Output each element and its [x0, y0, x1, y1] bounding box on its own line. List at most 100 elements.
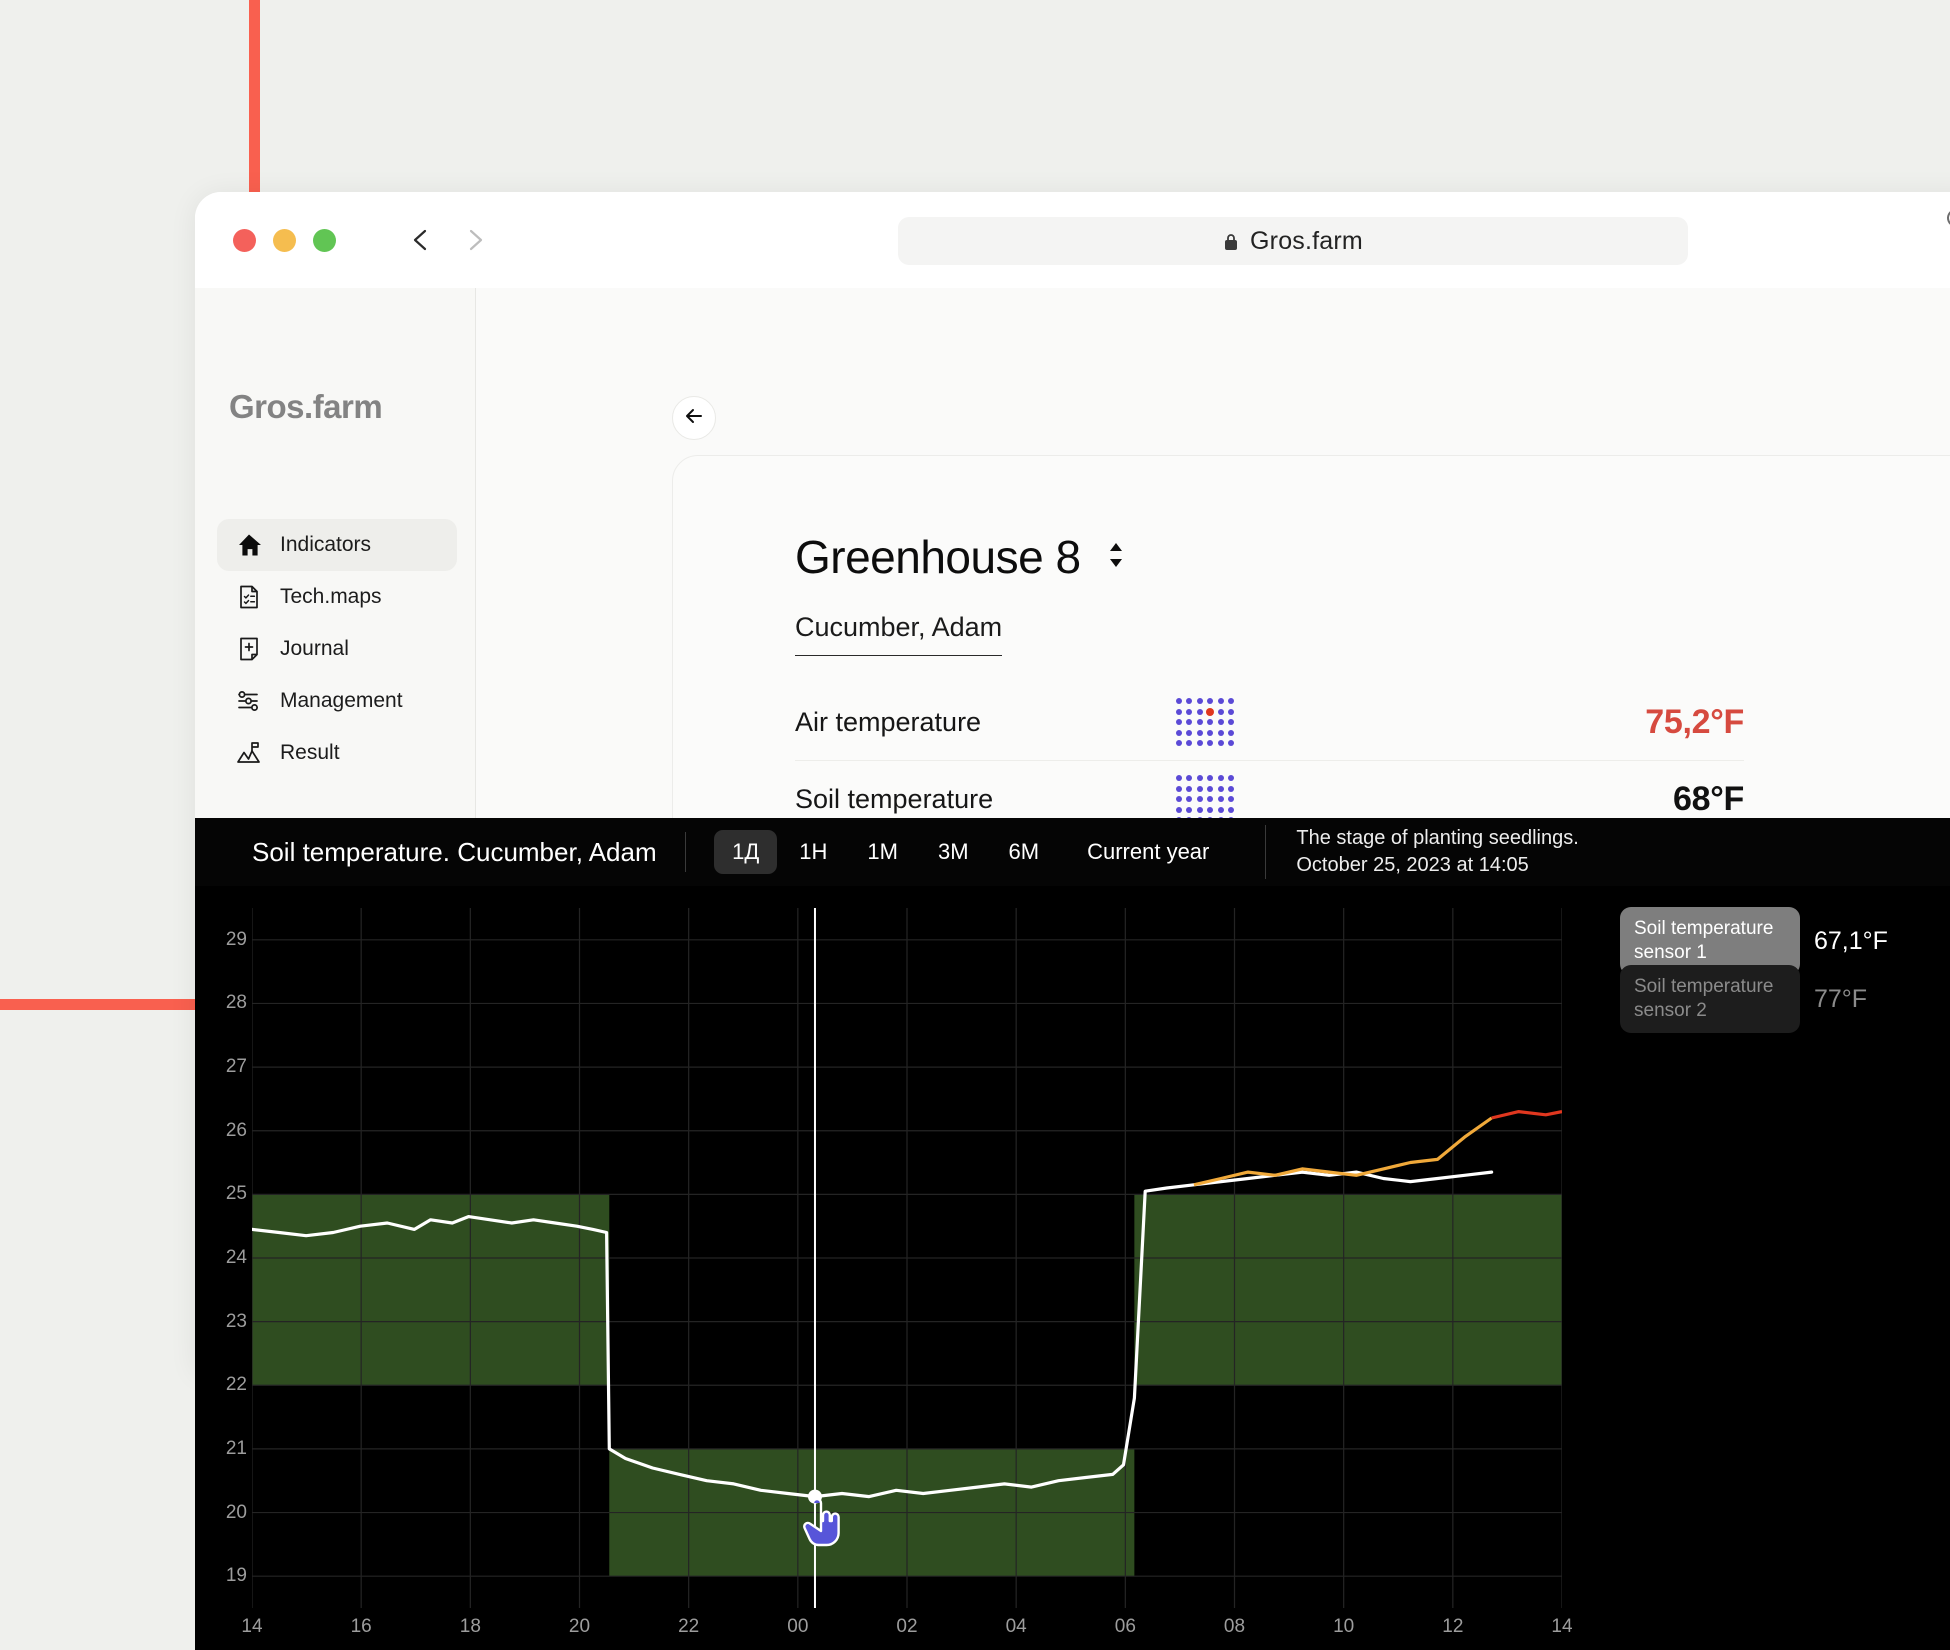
range-button-3m[interactable]: 3M — [920, 830, 987, 874]
chart-legend: Soil temperature sensor 1 67,1°F Soil te… — [1620, 907, 1950, 1033]
stage-date: October 25, 2023 at 14:05 — [1296, 854, 1529, 876]
chevron-right-icon[interactable] — [460, 225, 490, 255]
matrix-dot — [1207, 698, 1214, 704]
matrix-dot — [1206, 707, 1215, 716]
sidebar-item-journal[interactable]: Journal — [217, 623, 457, 675]
matrix-dot — [1186, 775, 1193, 781]
address-bar-url: Gros.farm — [1250, 226, 1363, 255]
range-button-current-year[interactable]: Current year — [1061, 830, 1235, 874]
matrix-dot — [1175, 729, 1182, 736]
y-axis: 29 28 27 26 25 24 23 22 21 20 19 — [195, 908, 247, 1608]
matrix-dot — [1228, 740, 1235, 746]
chart-svg[interactable] — [252, 908, 1562, 1608]
y-tick-label: 26 — [225, 1119, 247, 1141]
matrix-dot — [1196, 729, 1203, 736]
sidebar-item-label: Indicators — [280, 533, 372, 556]
app-logo: Gros.farm — [229, 388, 383, 425]
document-checklist-icon — [234, 582, 264, 612]
sidebar-item-label: Result — [280, 741, 340, 764]
indicator-label: Air temperature — [795, 706, 982, 737]
legend-row-sensor-1[interactable]: Soil temperature sensor 1 67,1°F — [1620, 907, 1950, 975]
y-tick-label: 27 — [225, 1056, 247, 1078]
back-button[interactable] — [672, 396, 716, 440]
matrix-dot — [1217, 785, 1224, 792]
range-button-1m[interactable]: 1M — [849, 830, 916, 874]
matrix-dot — [1175, 796, 1182, 802]
matrix-dot — [1186, 729, 1193, 736]
address-bar[interactable]: Gros.farm — [898, 217, 1688, 265]
chevron-left-icon[interactable] — [406, 225, 436, 255]
close-window-button[interactable] — [233, 228, 256, 252]
reload-icon[interactable] — [1943, 205, 1950, 231]
y-tick-label: 28 — [225, 992, 247, 1014]
matrix-dot — [1196, 796, 1203, 802]
sidebar-item-indicators[interactable]: Indicators — [217, 519, 457, 571]
window-controls — [233, 228, 336, 252]
divider — [684, 832, 687, 872]
dot-matrix-icon — [1155, 698, 1255, 746]
matrix-dot — [1217, 775, 1224, 781]
matrix-dot — [1175, 719, 1182, 725]
matrix-dot — [1175, 708, 1182, 715]
chart-header: Soil temperature. Cucumber, Adam 1Д 1H 1… — [195, 818, 1950, 886]
matrix-dot — [1228, 719, 1235, 725]
matrix-dot — [1196, 708, 1203, 715]
indicator-label: Soil temperature — [795, 783, 994, 814]
matrix-dot — [1228, 796, 1235, 802]
matrix-dot — [1217, 729, 1224, 736]
matrix-dot — [1228, 708, 1235, 715]
mountain-flag-icon — [234, 738, 264, 768]
sidebar-item-techmaps[interactable]: Tech.maps — [217, 571, 457, 623]
matrix-dot — [1175, 806, 1182, 813]
document-plus-icon — [234, 634, 264, 664]
back-arrow-icon — [682, 404, 706, 433]
matrix-dot — [1228, 698, 1235, 704]
sidebar-item-label: Journal — [280, 637, 349, 660]
matrix-dot — [1196, 698, 1203, 704]
x-tick-label: 20 — [568, 1616, 591, 1637]
x-tick-label: 08 — [1223, 1616, 1246, 1637]
legend-label-line2: sensor 2 — [1634, 1000, 1707, 1021]
matrix-dot — [1186, 740, 1193, 746]
y-tick-label: 29 — [225, 928, 247, 950]
matrix-dot — [1186, 708, 1193, 715]
matrix-dot — [1196, 785, 1203, 792]
matrix-dot — [1228, 775, 1235, 781]
plot-area: 29 28 27 26 25 24 23 22 21 20 19 14 16 18 20 22 00 02 04 0… — [195, 886, 1950, 1650]
y-tick-label: 21 — [225, 1437, 247, 1459]
minimize-window-button[interactable] — [273, 228, 296, 252]
greenhouse-name: Greenhouse 8 — [795, 531, 1081, 583]
matrix-dot — [1186, 698, 1193, 704]
matrix-dot — [1207, 729, 1214, 736]
range-button-6m[interactable]: 6M — [991, 830, 1058, 874]
legend-value-sensor-1: 67,1°F — [1814, 926, 1888, 955]
y-tick-label: 19 — [225, 1565, 247, 1587]
legend-label-line2: sensor 1 — [1634, 942, 1707, 963]
y-tick-label: 24 — [225, 1247, 247, 1268]
matrix-dot — [1217, 719, 1224, 725]
maximize-window-button[interactable] — [313, 228, 336, 252]
legend-row-sensor-2[interactable]: Soil temperature sensor 2 77°F — [1620, 965, 1950, 1033]
matrix-dot — [1196, 806, 1203, 813]
matrix-dot — [1228, 806, 1235, 813]
sliders-icon — [234, 686, 264, 716]
matrix-dot — [1175, 740, 1182, 746]
chevron-up-down-icon[interactable] — [1103, 538, 1129, 577]
matrix-dot — [1217, 796, 1224, 802]
y-tick-label: 23 — [225, 1310, 247, 1332]
sidebar-item-management[interactable]: Management — [217, 675, 457, 727]
pointing-hand-cursor — [799, 1497, 843, 1556]
x-tick-label: 14 — [1551, 1616, 1573, 1637]
range-button-1h[interactable]: 1H — [781, 830, 845, 874]
legend-label-sensor-2[interactable]: Soil temperature sensor 2 — [1620, 965, 1800, 1033]
matrix-dot — [1228, 785, 1235, 792]
optimal-band — [1134, 1194, 1562, 1386]
y-tick-label: 20 — [225, 1501, 247, 1523]
matrix-dot — [1217, 806, 1224, 813]
range-button-1d[interactable]: 1Д — [714, 830, 778, 874]
legend-label-line1: Soil temperature — [1634, 918, 1774, 940]
x-tick-label: 00 — [787, 1616, 809, 1637]
matrix-dot — [1196, 740, 1203, 746]
sidebar-item-result[interactable]: Result — [217, 727, 457, 779]
indicator-row-air-temperature[interactable]: Air temperature 75,2°F — [795, 684, 1744, 761]
